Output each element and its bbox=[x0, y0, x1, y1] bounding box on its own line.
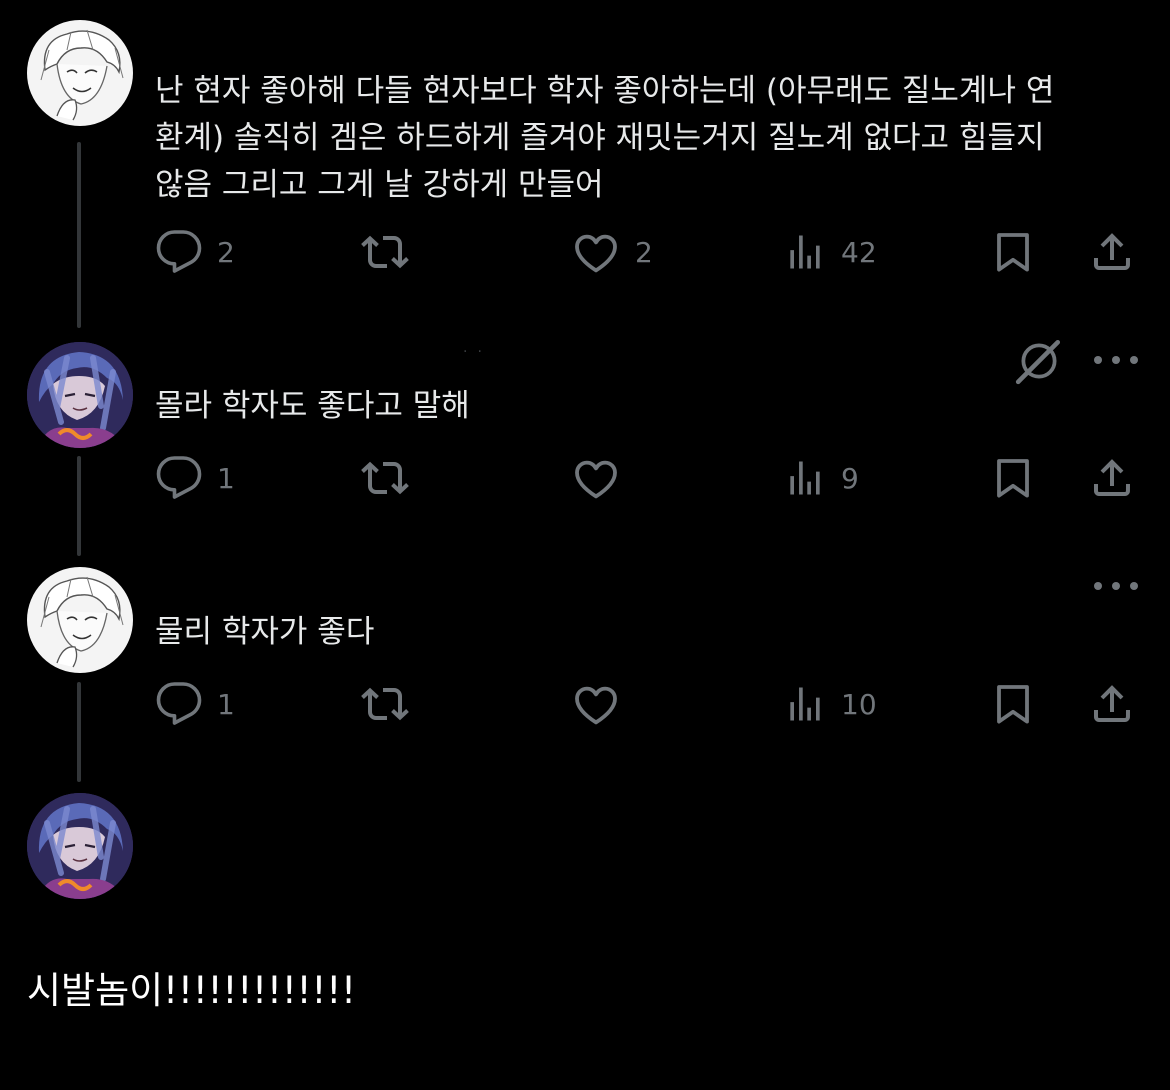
post-text: 몰라 학자도 좋다고 말해 bbox=[155, 388, 470, 424]
bookmark-button[interactable] bbox=[989, 676, 1037, 732]
retweet-button[interactable] bbox=[360, 450, 410, 506]
views-icon bbox=[790, 461, 820, 495]
heart-icon bbox=[575, 460, 617, 499]
reply-button[interactable]: 1 bbox=[155, 450, 235, 506]
retweet-icon bbox=[361, 235, 409, 269]
bookmark-icon bbox=[997, 459, 1029, 498]
views-button[interactable]: 42 bbox=[783, 224, 877, 280]
heart-icon bbox=[575, 234, 617, 273]
share-button[interactable] bbox=[1088, 676, 1136, 732]
thread-line bbox=[77, 456, 81, 556]
bookmark-icon bbox=[997, 685, 1029, 724]
views-count: 42 bbox=[841, 235, 877, 269]
views-button[interactable]: 9 bbox=[783, 450, 859, 506]
focused-post-text: 시발놈이!!!!!!!!!!!!! bbox=[27, 969, 356, 1012]
avatar[interactable] bbox=[27, 20, 133, 126]
share-icon bbox=[1094, 685, 1130, 722]
retweet-button[interactable] bbox=[360, 224, 410, 280]
reply-count: 2 bbox=[217, 235, 235, 269]
reply-icon bbox=[156, 682, 202, 725]
reply-button[interactable]: 1 bbox=[155, 676, 235, 732]
heart-icon bbox=[575, 686, 617, 725]
avatar[interactable] bbox=[27, 793, 133, 899]
bookmark-button[interactable] bbox=[989, 450, 1037, 506]
share-button[interactable] bbox=[1088, 450, 1136, 506]
reply-icon bbox=[156, 230, 202, 273]
reply-count: 1 bbox=[217, 687, 235, 721]
avatar[interactable] bbox=[27, 567, 133, 673]
retweet-icon bbox=[361, 461, 409, 495]
retweet-icon bbox=[361, 687, 409, 721]
post-text: 물리 학자가 좋다 bbox=[155, 614, 375, 650]
grok-icon[interactable] bbox=[1014, 336, 1064, 390]
more-icon bbox=[1094, 582, 1102, 590]
views-button[interactable]: 10 bbox=[783, 676, 877, 732]
like-button[interactable] bbox=[571, 676, 621, 732]
reply-button[interactable]: 2 bbox=[155, 224, 235, 280]
avatar[interactable] bbox=[27, 342, 133, 448]
reply-count: 1 bbox=[217, 461, 235, 495]
more-button[interactable] bbox=[1094, 576, 1138, 596]
share-icon bbox=[1094, 459, 1130, 496]
like-count: 2 bbox=[635, 235, 653, 269]
faint-dots: ·· bbox=[463, 344, 492, 360]
reply-icon bbox=[156, 456, 202, 499]
views-icon bbox=[790, 235, 820, 269]
bookmark-button[interactable] bbox=[989, 224, 1037, 280]
share-button[interactable] bbox=[1088, 224, 1136, 280]
views-icon bbox=[790, 687, 820, 721]
like-button[interactable]: 2 bbox=[571, 224, 653, 280]
post-text: 난 현자 좋아해 다들 현자보다 학자 좋아하는데 (아무래도 질노계나 연 환… bbox=[155, 73, 1055, 203]
share-icon bbox=[1094, 233, 1130, 270]
retweet-button[interactable] bbox=[360, 676, 410, 732]
post-actions: 1 10 bbox=[155, 676, 1140, 732]
post-actions: 1 9 bbox=[155, 450, 1140, 506]
post-actions: 2 2 42 bbox=[155, 224, 1140, 280]
more-button[interactable] bbox=[1094, 350, 1138, 370]
views-count: 9 bbox=[841, 461, 859, 495]
like-button[interactable] bbox=[571, 450, 621, 506]
bookmark-icon bbox=[997, 233, 1029, 272]
views-count: 10 bbox=[841, 687, 877, 721]
thread-line bbox=[77, 142, 81, 328]
more-icon bbox=[1094, 356, 1102, 364]
thread-line bbox=[77, 682, 81, 782]
